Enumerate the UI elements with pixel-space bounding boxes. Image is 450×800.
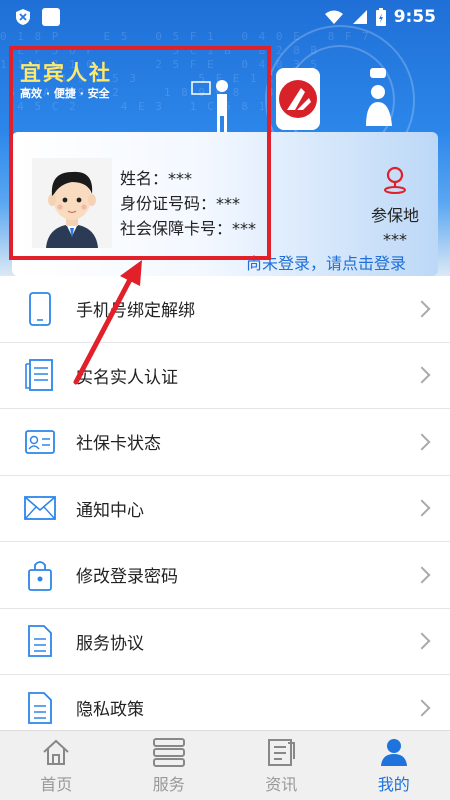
chevron-right-icon bbox=[413, 499, 431, 517]
lock-bag-icon bbox=[28, 560, 52, 591]
chevron-right-icon bbox=[413, 300, 431, 318]
service-icon bbox=[152, 738, 185, 767]
insured-location: 参保地 *** bbox=[360, 166, 430, 249]
mail-icon bbox=[24, 496, 56, 521]
menu-item-notifications[interactable]: 通知中心 bbox=[0, 476, 450, 542]
chevron-right-icon bbox=[413, 433, 431, 451]
tab-service[interactable]: 服务 bbox=[113, 731, 226, 800]
user-icon bbox=[380, 739, 407, 766]
location-pin-icon bbox=[384, 166, 406, 194]
chevron-right-icon bbox=[413, 632, 431, 650]
tab-home[interactable]: 首页 bbox=[0, 731, 113, 800]
signal-icon bbox=[352, 10, 367, 24]
menu-item-real-name-auth[interactable]: 实名实人认证 bbox=[0, 343, 450, 409]
menu-item-change-password[interactable]: 修改登录密码 bbox=[0, 542, 450, 609]
menu-item-label: 通知中心 bbox=[76, 500, 144, 521]
notification-icon bbox=[42, 8, 60, 26]
shield-icon bbox=[16, 9, 30, 25]
tab-label: 服务 bbox=[152, 775, 185, 794]
chevron-right-icon bbox=[413, 699, 431, 717]
file-icon bbox=[28, 625, 52, 658]
bottom-tab-bar: 首页 服务 资讯 我的 bbox=[0, 730, 450, 800]
status-bar: 9:55 bbox=[0, 0, 450, 34]
tab-mine[interactable]: 我的 bbox=[338, 731, 450, 800]
news-icon bbox=[268, 739, 296, 766]
tab-label: 首页 bbox=[40, 775, 73, 794]
highlight-annotation-box bbox=[9, 46, 271, 260]
wifi-icon bbox=[324, 10, 343, 24]
battery-charging-icon bbox=[375, 8, 386, 26]
app-root: 0 1 8 P E 5 0 5 F 1 0 4 0 E 8 F 7 E F 5 … bbox=[0, 0, 450, 800]
menu-item-label: 修改登录密码 bbox=[76, 567, 178, 588]
tab-label: 我的 bbox=[377, 775, 410, 794]
menu-item-phone-binding[interactable]: 手机号绑定解绑 bbox=[0, 276, 450, 343]
location-value: *** bbox=[383, 230, 407, 249]
clock-time: 9:55 bbox=[393, 7, 436, 27]
document-icon bbox=[25, 359, 53, 392]
chevron-right-icon bbox=[413, 566, 431, 584]
logo-mark-icon bbox=[287, 88, 311, 110]
location-label: 参保地 bbox=[370, 206, 419, 225]
id-card-icon bbox=[25, 429, 55, 454]
menu-item-label: 隐私政策 bbox=[76, 700, 144, 721]
menu-item-card-status[interactable]: 社保卡状态 bbox=[0, 409, 450, 476]
menu-item-label: 社保卡状态 bbox=[76, 434, 161, 455]
file-icon bbox=[28, 691, 52, 724]
menu-item-label: 服务协议 bbox=[76, 633, 144, 654]
red-arrow-annotation bbox=[73, 260, 142, 385]
app-logo bbox=[276, 68, 320, 130]
menu-item-service-agreement[interactable]: 服务协议 bbox=[0, 609, 450, 675]
tab-label: 资讯 bbox=[265, 775, 298, 794]
person-phone-illustration bbox=[366, 68, 392, 126]
chevron-right-icon bbox=[413, 366, 431, 384]
tab-news[interactable]: 资讯 bbox=[225, 731, 338, 800]
home-icon bbox=[43, 739, 69, 765]
phone-icon bbox=[29, 291, 51, 326]
settings-list: 手机号绑定解绑 实名实人认证 社保卡状态 通知中心 修改登录密码 服务协议 隐私… bbox=[0, 276, 450, 742]
